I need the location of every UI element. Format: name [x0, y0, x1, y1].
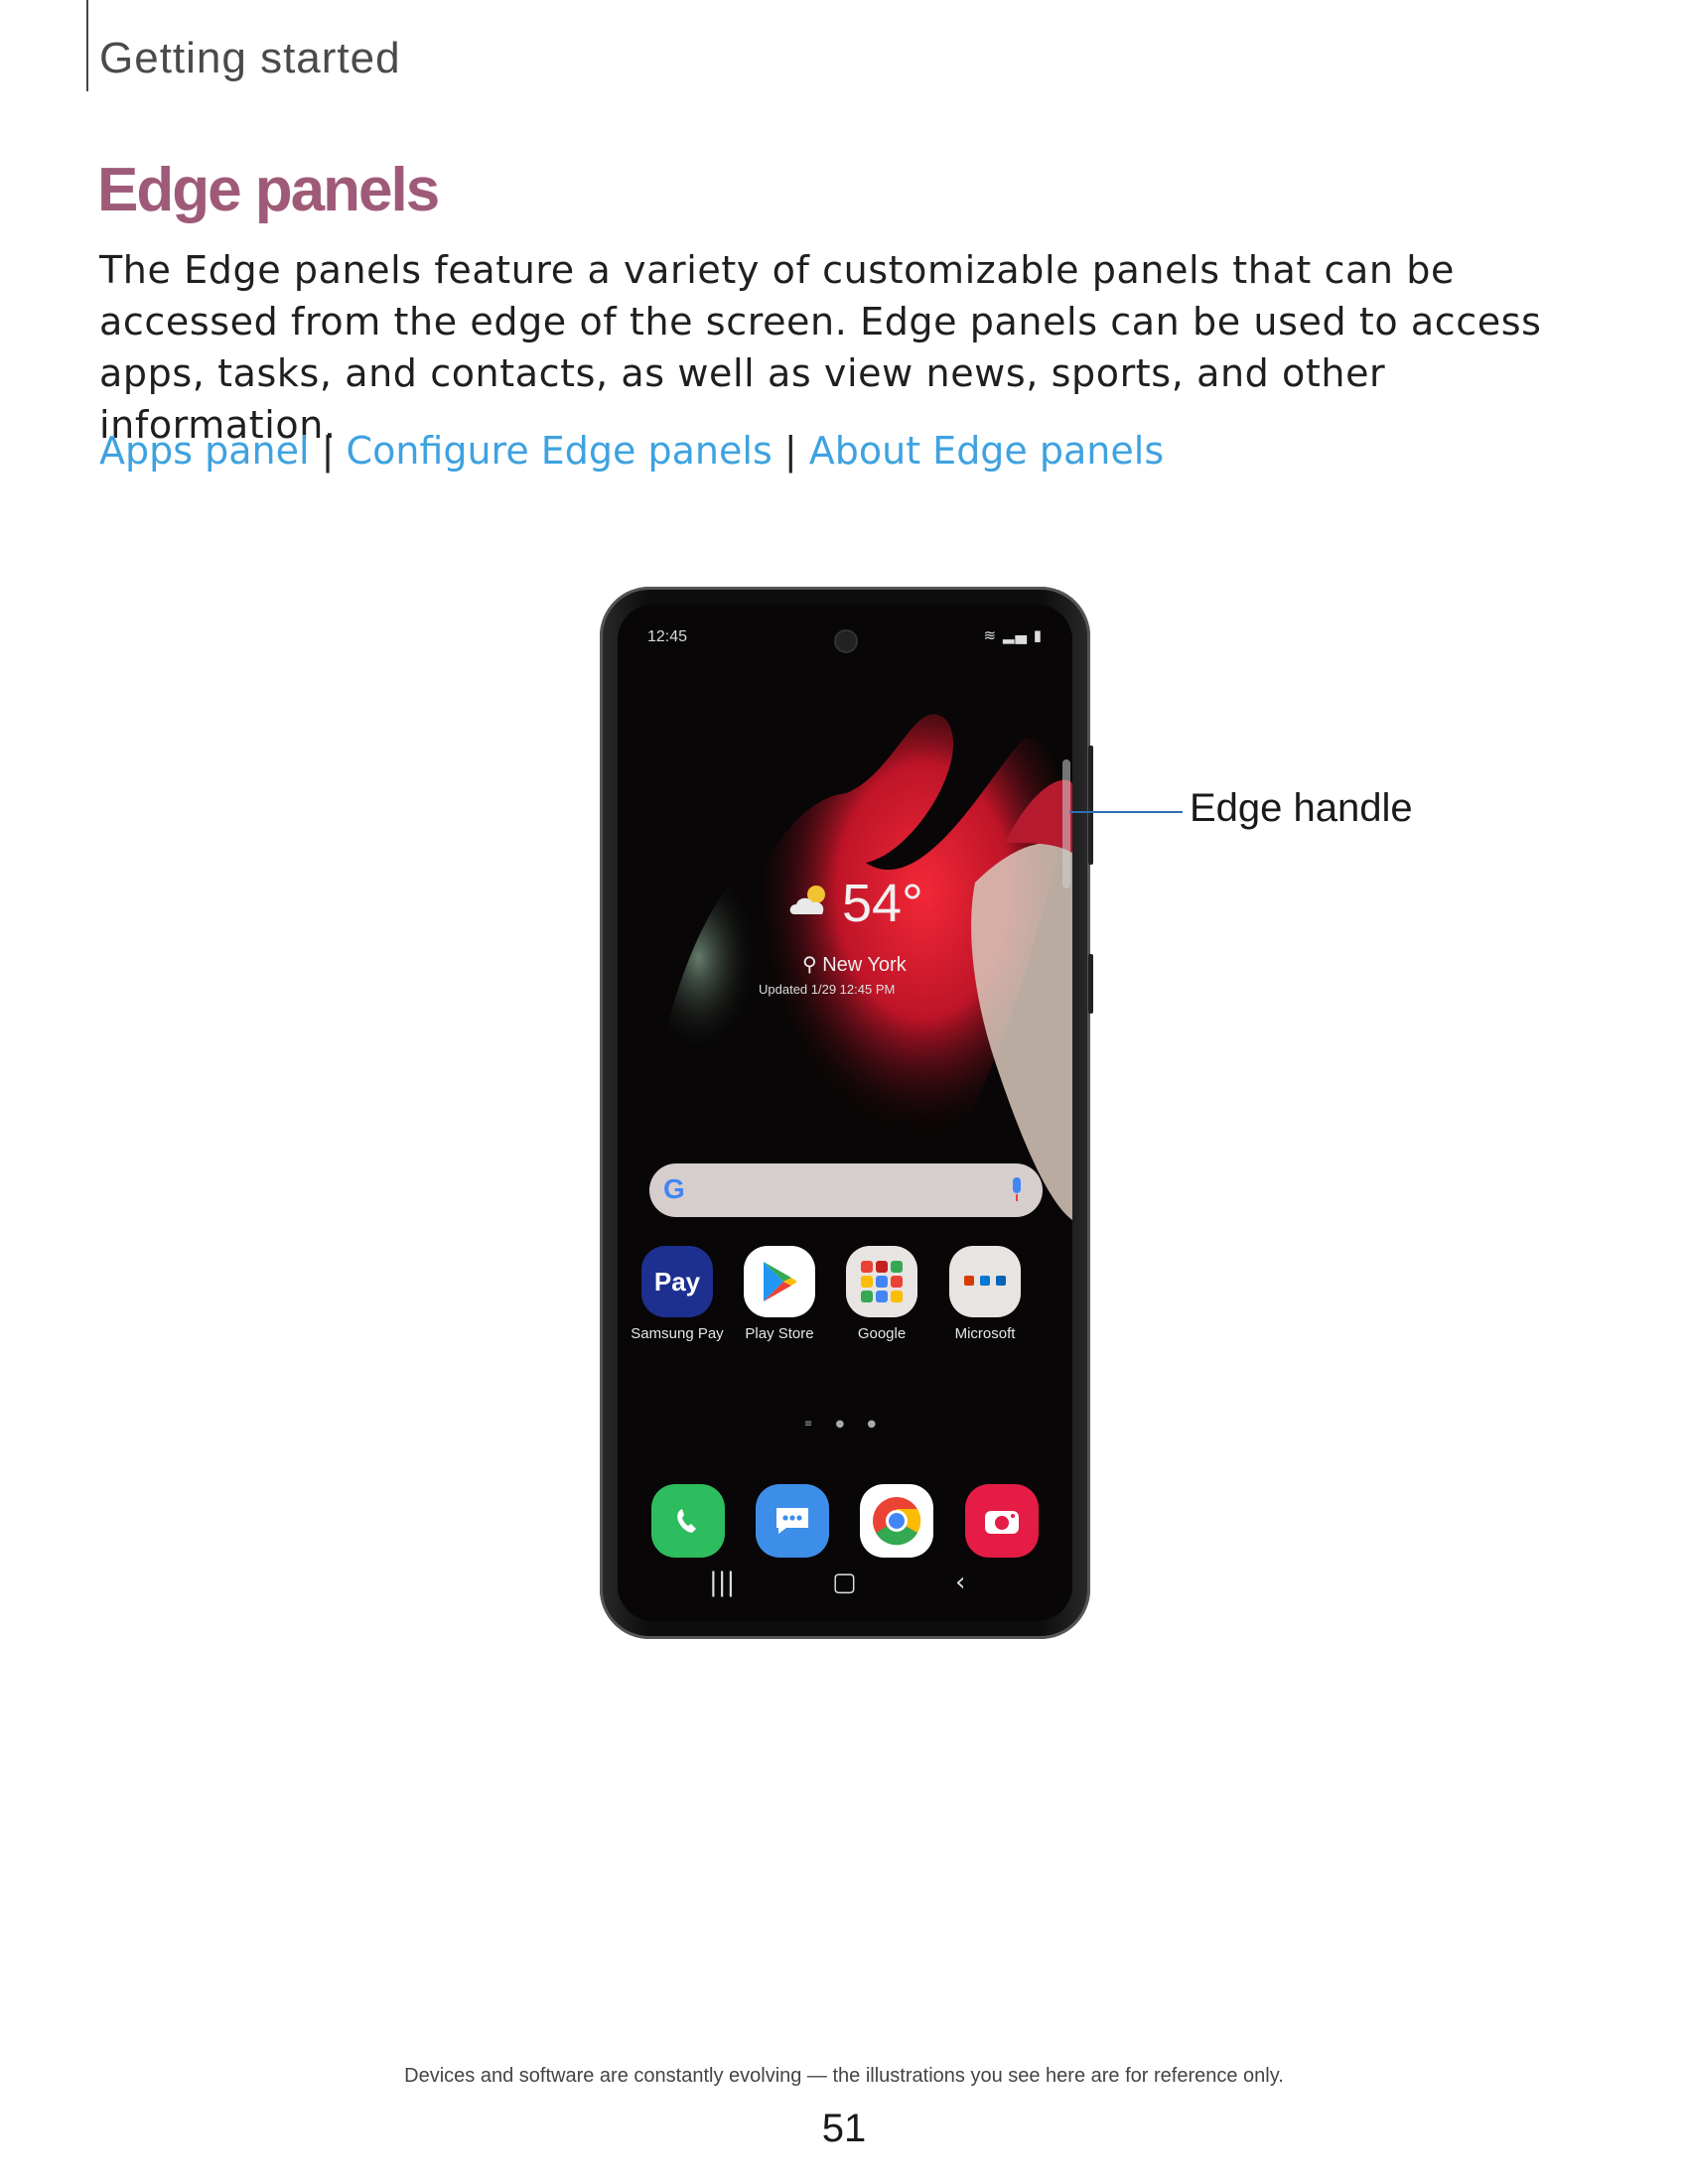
edge-handle[interactable]: [1062, 759, 1070, 888]
location-pin-icon: ⚲: [802, 954, 817, 976]
microphone-icon[interactable]: [1009, 1177, 1025, 1203]
google-folder-icon: [846, 1246, 917, 1317]
link-about-edge-panels[interactable]: About Edge panels: [809, 429, 1164, 473]
front-camera: [834, 629, 858, 653]
weather-city-label: New York: [822, 954, 907, 976]
pay-icon-text: Pay: [653, 1266, 701, 1297]
weather-updated: Updated 1/29 12:45 PM: [759, 982, 896, 997]
intro-paragraph: The Edge panels feature a variety of cus…: [99, 248, 1542, 447]
app-google-folder[interactable]: Google: [832, 1246, 931, 1342]
home-button[interactable]: ▢: [832, 1568, 857, 1597]
play-store-icon: [744, 1246, 815, 1317]
app-label: Google: [857, 1325, 907, 1342]
recent-apps-button[interactable]: |||: [709, 1568, 735, 1597]
phone-icon[interactable]: [651, 1484, 725, 1558]
edge-handle-callout: Edge handle: [1190, 786, 1413, 830]
wifi-icon: ≋: [983, 626, 998, 644]
app-label: Samsung Pay: [631, 1325, 724, 1342]
status-icons: ≋ ▂▄ ▮: [984, 626, 1043, 644]
phone-illustration: 12:45 ≋ ▂▄ ▮ 54° ⚲ New York Updated 1/29…: [600, 587, 1093, 1639]
weather-temperature: 54°: [842, 874, 923, 933]
page-title: Edge panels: [97, 156, 440, 224]
status-time: 12:45: [647, 628, 688, 645]
messages-icon[interactable]: [756, 1484, 829, 1558]
link-separator: |: [783, 429, 797, 473]
section-links: Apps panel | Configure Edge panels | Abo…: [99, 429, 1164, 473]
weather-cloud-sun-icon: [789, 886, 825, 914]
link-configure-edge-panels[interactable]: Configure Edge panels: [347, 429, 773, 473]
microsoft-folder-icon: [949, 1246, 1021, 1317]
app-microsoft-folder[interactable]: Microsoft: [935, 1246, 1035, 1342]
back-button[interactable]: ‹: [955, 1568, 965, 1597]
section-label: Getting started: [99, 34, 401, 82]
wallpaper-art: [618, 605, 1072, 1621]
google-logo-icon: G: [663, 1173, 685, 1204]
samsung-pay-icon: Pay: [641, 1246, 713, 1317]
weather-city: ⚲ New York: [802, 952, 907, 977]
page-number: 51: [821, 2107, 867, 2150]
side-key: [1088, 954, 1093, 1014]
link-apps-panel[interactable]: Apps panel: [99, 429, 310, 473]
chrome-icon[interactable]: [860, 1484, 933, 1558]
volume-button: [1088, 746, 1093, 865]
phone-screen: 12:45 ≋ ▂▄ ▮ 54° ⚲ New York Updated 1/29…: [618, 605, 1072, 1621]
link-separator: |: [321, 429, 335, 473]
app-play-store[interactable]: Play Store: [730, 1246, 829, 1342]
camera-icon[interactable]: [965, 1484, 1039, 1558]
signal-icon: ▂▄: [1002, 626, 1028, 644]
section-divider: [86, 0, 88, 91]
app-label: Play Store: [745, 1325, 814, 1342]
page-indicator[interactable]: ≡ ● ●: [618, 1419, 1072, 1430]
footer-disclaimer: Devices and software are constantly evol…: [404, 2065, 1284, 2087]
google-search-bar[interactable]: G: [649, 1163, 1043, 1217]
callout-line: [1069, 811, 1183, 813]
app-label: Microsoft: [954, 1325, 1016, 1342]
battery-icon: ▮: [1033, 626, 1043, 644]
app-samsung-pay[interactable]: Pay Samsung Pay: [628, 1246, 727, 1342]
